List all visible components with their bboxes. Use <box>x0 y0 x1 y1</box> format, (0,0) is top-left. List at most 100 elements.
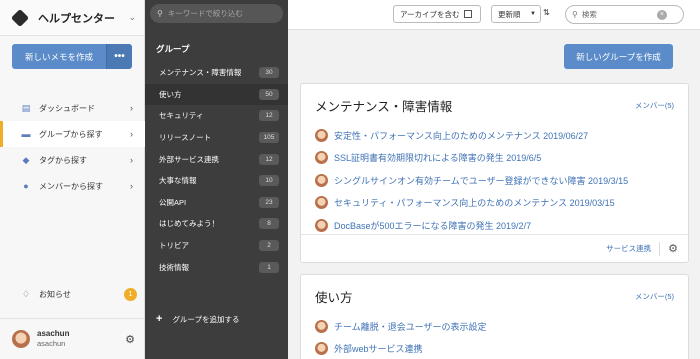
more-options-button[interactable]: ••• <box>106 44 132 69</box>
chevron-down-icon[interactable]: ⌄ <box>128 12 136 23</box>
clear-icon[interactable]: × <box>656 9 667 20</box>
sidebar-item-notifications[interactable]: ♢ お知らせ 1 <box>0 284 145 304</box>
sort-direction-icon[interactable]: ⇅ <box>543 8 550 17</box>
group-item[interactable]: セキュリティ 12 <box>145 105 288 127</box>
memo-title-link[interactable]: SSL証明書有効期限切れによる障害の発生 2019/6/5 <box>334 151 541 164</box>
team-name: ヘルプセンター <box>38 12 115 25</box>
bell-icon: ♢ <box>21 288 31 299</box>
group-count-badge: 30 <box>259 67 279 79</box>
group-item-label: 大事な情報 <box>159 176 197 186</box>
new-group-button[interactable]: 新しいグループを作成 <box>564 44 673 69</box>
group-item-label: 外部サービス連携 <box>159 154 219 164</box>
top-toolbar: アーカイブを含む 更新順 ▼ ⇅ ⚲ × <box>288 0 700 30</box>
memo-list: 安定性・パフォーマンス向上のためのメンテナンス 2019/06/27 SSL証明… <box>315 124 675 237</box>
add-group-button[interactable]: + グループを追加する <box>156 313 240 325</box>
sidebar-item-label: グループから探す <box>39 129 103 139</box>
person-icon: ● <box>23 181 29 191</box>
memo-title-link[interactable]: DocBaseが500エラーになる障害の発生 2019/2/7 <box>334 219 531 232</box>
group-count-badge: 23 <box>259 196 279 208</box>
list-item[interactable]: 外部webサービス連携 <box>315 338 675 359</box>
brand-header[interactable]: ヘルプセンター ⌄ <box>0 0 144 36</box>
sidebar-item-tags[interactable]: ◆ タグから探す › <box>0 147 145 173</box>
chevron-right-icon: › <box>130 129 133 139</box>
main-search: ⚲ × <box>565 5 684 24</box>
list-item[interactable]: チーム離脱・退会ユーザーの表示設定 <box>315 315 675 338</box>
memo-title-link[interactable]: 外部webサービス連携 <box>334 342 423 355</box>
group-count-badge: 12 <box>259 110 279 122</box>
memo-title-link[interactable]: セキュリティ・パフォーマンス向上のためのメンテナンス 2019/03/15 <box>334 196 615 209</box>
sidebar-item-label: ダッシュボード <box>39 103 95 113</box>
group-item[interactable]: 公開API 23 <box>145 192 288 214</box>
group-item[interactable]: はじめてみよう！ 8 <box>145 213 288 235</box>
sort-select[interactable]: 更新順 ▼ <box>491 5 541 23</box>
search-icon: ⚲ <box>157 9 163 18</box>
avatar <box>315 342 328 356</box>
checkbox-icon[interactable] <box>463 10 472 18</box>
memo-title-link[interactable]: シングルサインオン有効チームでユーザー登録ができない障害 2019/3/15 <box>334 174 628 187</box>
chevron-right-icon: › <box>130 103 133 113</box>
group-count-badge: 8 <box>259 218 279 230</box>
sidebar-nav: ▤ ダッシュボード › ▬ グループから探す › ◆ タグから探す › ● メン… <box>0 95 145 199</box>
group-item[interactable]: 大事な情報 10 <box>145 170 288 192</box>
notifications-label: お知らせ <box>39 289 71 299</box>
group-item[interactable]: 技術情報 1 <box>145 256 288 278</box>
service-integration-link[interactable]: サービス連携 <box>606 243 651 254</box>
user-id: asachun <box>37 339 66 348</box>
sidebar-item-dashboard[interactable]: ▤ ダッシュボード › <box>0 95 145 121</box>
group-item[interactable]: トリビア 2 <box>145 235 288 257</box>
sidebar-item-members[interactable]: ● メンバーから探す › <box>0 173 145 199</box>
avatar <box>315 128 328 142</box>
new-memo-button[interactable]: 新しいメモを作成 <box>12 44 106 69</box>
user-name: asachun <box>37 329 70 338</box>
sidebar-item-label: タグから探す <box>39 155 87 165</box>
tag-icon: ◆ <box>22 154 30 165</box>
group-filter-input[interactable] <box>167 9 268 18</box>
chevron-right-icon: › <box>130 155 133 165</box>
member-link[interactable]: メンバー(5) <box>635 100 674 111</box>
group-item-label: リリースノート <box>159 133 212 143</box>
group-item-label: 技術情報 <box>159 262 189 272</box>
list-item[interactable]: セキュリティ・パフォーマンス向上のためのメンテナンス 2019/03/15 <box>315 192 675 215</box>
user-profile[interactable]: asachun asachun ⚙ <box>0 318 145 359</box>
left-sidebar: ヘルプセンター ⌄ 新しいメモを作成 ••• ▤ ダッシュボード › ▬ グルー… <box>0 0 145 359</box>
gear-icon[interactable]: ⚙ <box>668 242 678 255</box>
chevron-down-icon: ▼ <box>530 11 536 17</box>
group-item-label: 使い方 <box>159 89 182 99</box>
group-count-badge: 1 <box>259 261 279 273</box>
user-names: asachun asachun <box>37 329 125 349</box>
list-item[interactable]: SSL証明書有効期限切れによる障害の発生 2019/6/5 <box>315 147 675 170</box>
group-card-title[interactable]: 使い方 <box>315 287 353 306</box>
group-item[interactable]: 使い方 50 <box>145 83 288 106</box>
gear-icon[interactable]: ⚙ <box>125 333 135 346</box>
avatar <box>315 319 328 333</box>
group-card-footer: サービス連携 ⚙ <box>301 234 688 262</box>
group-item[interactable]: 外部サービス連携 12 <box>145 148 288 170</box>
memo-title-link[interactable]: チーム離脱・退会ユーザーの表示設定 <box>334 320 487 333</box>
avatar <box>12 330 30 348</box>
docbase-logo-icon <box>10 8 30 27</box>
avatar <box>315 196 328 210</box>
member-link[interactable]: メンバー(5) <box>635 291 674 302</box>
group-list: メンテナンス・障害情報 30 使い方 50 セキュリティ 12 リリースノート 105 … <box>145 62 288 278</box>
list-item[interactable]: 安定性・パフォーマンス向上のためのメンテナンス 2019/06/27 <box>315 124 675 147</box>
group-count-badge: 10 <box>259 175 279 187</box>
list-item[interactable]: シングルサインオン有効チームでユーザー登録ができない障害 2019/3/15 <box>315 169 675 192</box>
group-item-label: はじめてみよう！ <box>159 219 219 229</box>
folder-icon: ▬ <box>21 129 31 139</box>
memo-title-link[interactable]: 安定性・パフォーマンス向上のためのメンテナンス 2019/06/27 <box>334 129 588 142</box>
group-card-title[interactable]: メンテナンス・障害情報 <box>315 96 452 115</box>
include-archive-toggle[interactable]: アーカイブを含む <box>393 5 481 23</box>
group-item[interactable]: リリースノート 105 <box>145 127 288 149</box>
memo-list: チーム離脱・退会ユーザーの表示設定 外部webサービス連携 <box>315 315 675 359</box>
group-heading: グループ <box>156 44 190 54</box>
group-item-label: メンテナンス・障害情報 <box>159 68 242 78</box>
group-card: 使い方 メンバー(5) チーム離脱・退会ユーザーの表示設定 外部webサービス連… <box>300 274 689 359</box>
add-group-label: グループを追加する <box>172 314 240 324</box>
group-item[interactable]: メンテナンス・障害情報 30 <box>145 62 288 84</box>
avatar <box>315 218 328 232</box>
chevron-right-icon: › <box>130 181 133 191</box>
search-input[interactable] <box>581 10 657 19</box>
sidebar-item-groups[interactable]: ▬ グループから探す › <box>0 121 145 147</box>
include-archive-label: アーカイブを含む <box>400 9 460 19</box>
group-card: メンテナンス・障害情報 メンバー(5) 安定性・パフォーマンス向上のためのメンテ… <box>300 83 689 263</box>
